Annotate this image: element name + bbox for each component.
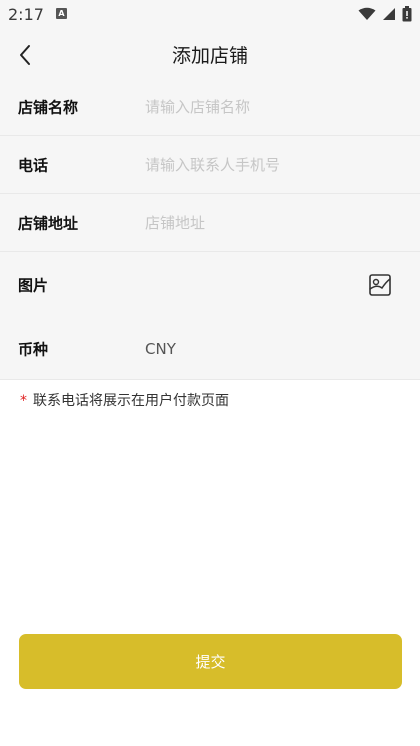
phone-display-note: * 联系电话将展示在用户付款页面 <box>20 390 229 410</box>
signal-icon <box>383 8 395 20</box>
add-shop-screen: 2:17 A 添加店铺 店铺名称 请输入店铺名称 电话 请输入联系人手机号 店铺… <box>0 0 420 746</box>
note-text: 联系电话将展示在用户付款页面 <box>33 393 229 409</box>
status-time: 2:17 <box>8 5 44 24</box>
address-label: 店铺地址 <box>18 214 79 232</box>
required-star: * <box>20 393 27 409</box>
status-icons <box>358 6 412 22</box>
image-icon <box>369 274 391 296</box>
battery-icon <box>402 6 412 22</box>
form-row-phone: 电话 <box>0 136 420 194</box>
form-row-shop-name: 店铺名称 <box>0 78 420 136</box>
phone-input[interactable] <box>145 155 395 174</box>
form-row-address: 店铺地址 <box>0 194 420 252</box>
app-header: 添加店铺 <box>0 30 420 78</box>
wifi-icon <box>358 7 376 20</box>
submit-button[interactable]: 提交 <box>19 634 402 689</box>
form-row-currency[interactable]: 币种 CNY <box>0 318 420 380</box>
notification-icon: A <box>56 8 67 19</box>
page-title: 添加店铺 <box>171 45 248 67</box>
add-shop-form: 店铺名称 电话 店铺地址 图片 币种 CNY <box>0 78 420 380</box>
form-row-image: 图片 <box>0 252 420 318</box>
status-bar: 2:17 A <box>0 0 420 30</box>
image-label: 图片 <box>18 276 49 295</box>
shop-name-label: 店铺名称 <box>18 98 79 116</box>
shop-name-input[interactable] <box>145 97 395 116</box>
address-input[interactable] <box>145 213 395 232</box>
image-picker-button[interactable] <box>368 273 392 297</box>
currency-label: 币种 <box>18 340 49 358</box>
phone-label: 电话 <box>18 156 49 174</box>
currency-value[interactable]: CNY <box>145 340 176 358</box>
